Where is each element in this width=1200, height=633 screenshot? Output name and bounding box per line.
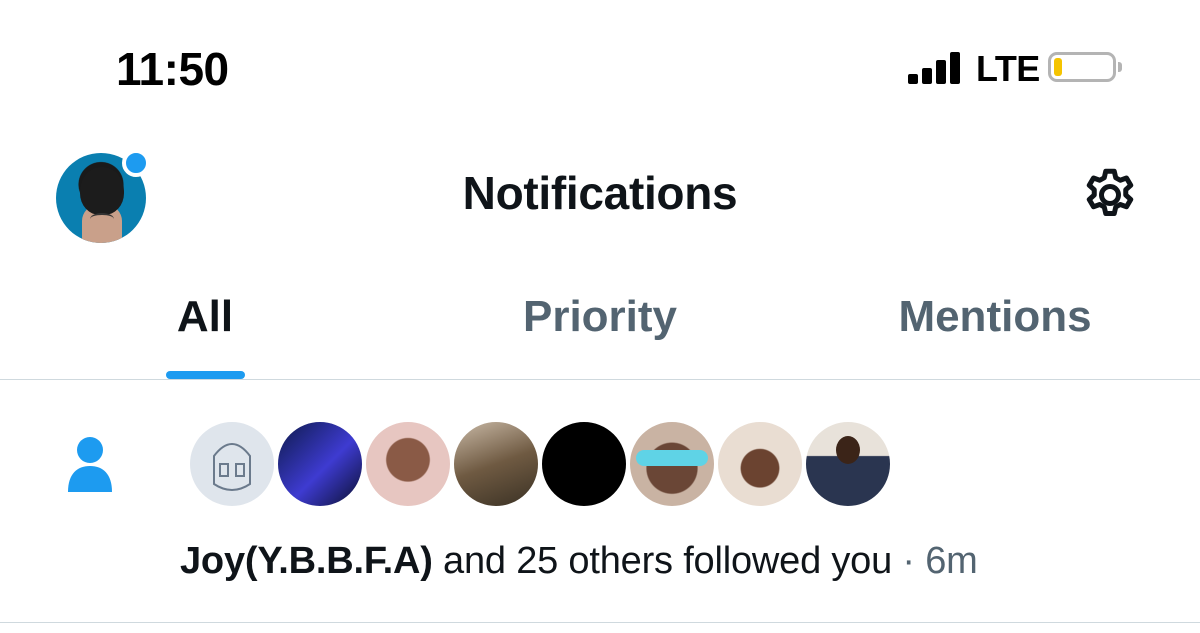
battery-tip	[1118, 62, 1122, 72]
tab-priority[interactable]: Priority	[480, 292, 720, 342]
tab-divider	[0, 379, 1200, 380]
notification-time: 6m	[925, 540, 978, 582]
follower-avatar[interactable]	[362, 418, 454, 510]
follower-avatar[interactable]	[538, 418, 630, 510]
tab-mentions[interactable]: Mentions	[870, 292, 1120, 342]
battery-icon	[1048, 52, 1116, 82]
settings-button[interactable]	[1080, 165, 1140, 225]
battery-level-fill	[1054, 58, 1062, 76]
network-type-label: LTE	[976, 48, 1040, 89]
follower-avatar[interactable]	[450, 418, 542, 510]
gear-icon	[1086, 168, 1134, 216]
follower-avatar[interactable]	[802, 418, 894, 510]
follower-name[interactable]: Joy(Y.B.B.F.A)	[180, 540, 433, 582]
notification-separator: ·	[892, 540, 926, 582]
item-divider	[0, 622, 1200, 623]
follower-avatar[interactable]	[626, 418, 718, 510]
follower-avatar[interactable]	[714, 418, 806, 510]
follower-avatar[interactable]	[186, 418, 278, 510]
person-icon	[64, 434, 116, 496]
status-time: 11:50	[116, 43, 229, 95]
notification-message: and 25 others followed you	[432, 540, 893, 582]
notification-text: Joy(Y.B.B.F.A) and 25 others followed yo…	[180, 540, 978, 583]
active-tab-indicator	[166, 371, 245, 379]
cellular-signal-icon	[908, 48, 968, 86]
avatar-face	[836, 436, 860, 464]
follower-avatar[interactable]	[274, 418, 366, 510]
tab-all[interactable]: All	[130, 292, 280, 342]
page-title: Notifications	[462, 167, 738, 219]
sunglasses	[636, 450, 708, 466]
